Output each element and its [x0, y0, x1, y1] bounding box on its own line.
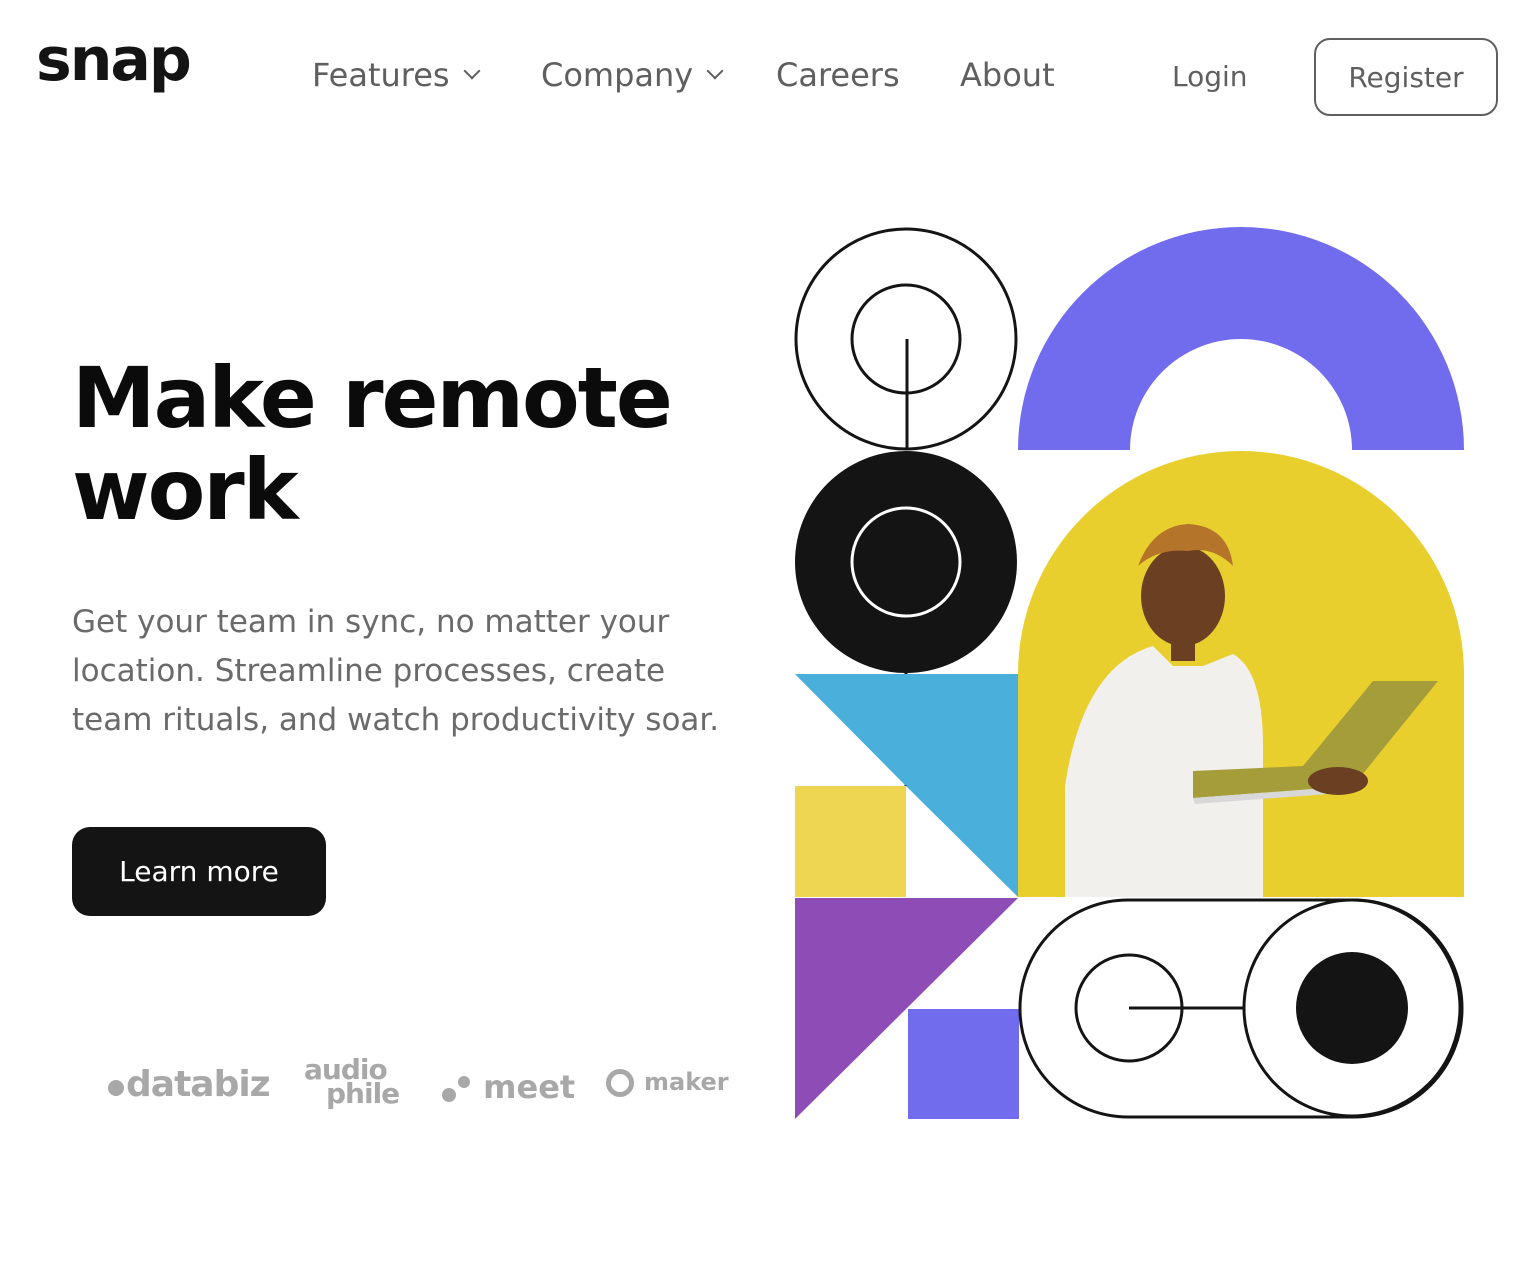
nav-company-label: Company — [541, 56, 694, 94]
nav-careers-label: Careers — [776, 56, 900, 94]
purple-square-shape — [908, 1009, 1019, 1119]
hero-headline: Make remote work — [72, 349, 673, 539]
audiophile-logo: audio phile — [304, 1056, 400, 1108]
meet-logo: meet — [442, 1068, 575, 1106]
nav-careers[interactable]: Careers — [776, 56, 900, 94]
chevron-down-icon — [706, 62, 724, 80]
nav-about-label: About — [960, 56, 1055, 94]
purple-arch-shape — [1018, 227, 1464, 450]
meet-dots-icon — [442, 1074, 472, 1104]
learn-more-button[interactable]: Learn more — [72, 827, 326, 916]
login-link[interactable]: Login — [1172, 60, 1248, 93]
register-button[interactable]: Register — [1314, 38, 1498, 116]
nav-about[interactable]: About — [960, 56, 1055, 94]
hero-description: Get your team in sync, no matter your lo… — [72, 604, 720, 738]
databiz-logo: databiz — [108, 1064, 271, 1105]
chevron-down-icon — [463, 62, 481, 80]
nav-features[interactable]: Features — [312, 56, 481, 94]
databiz-dot-icon — [108, 1080, 124, 1096]
hero-illustration — [794, 227, 1464, 1119]
databiz-text: databiz — [126, 1064, 271, 1105]
nav-features-label: Features — [312, 56, 450, 94]
black-dot-shape — [1296, 952, 1408, 1064]
meet-text: meet — [483, 1068, 576, 1106]
black-disc-shape — [795, 451, 1017, 673]
nav-company[interactable]: Company — [541, 56, 724, 94]
maker-mark-icon — [606, 1069, 634, 1097]
yellow-square-shape — [795, 786, 906, 897]
client-logos: databiz audio phile meet maker — [108, 1056, 748, 1118]
snap-logo[interactable]: snap — [36, 30, 192, 90]
maker-logo: maker — [606, 1068, 729, 1097]
maker-text: maker — [644, 1068, 729, 1096]
